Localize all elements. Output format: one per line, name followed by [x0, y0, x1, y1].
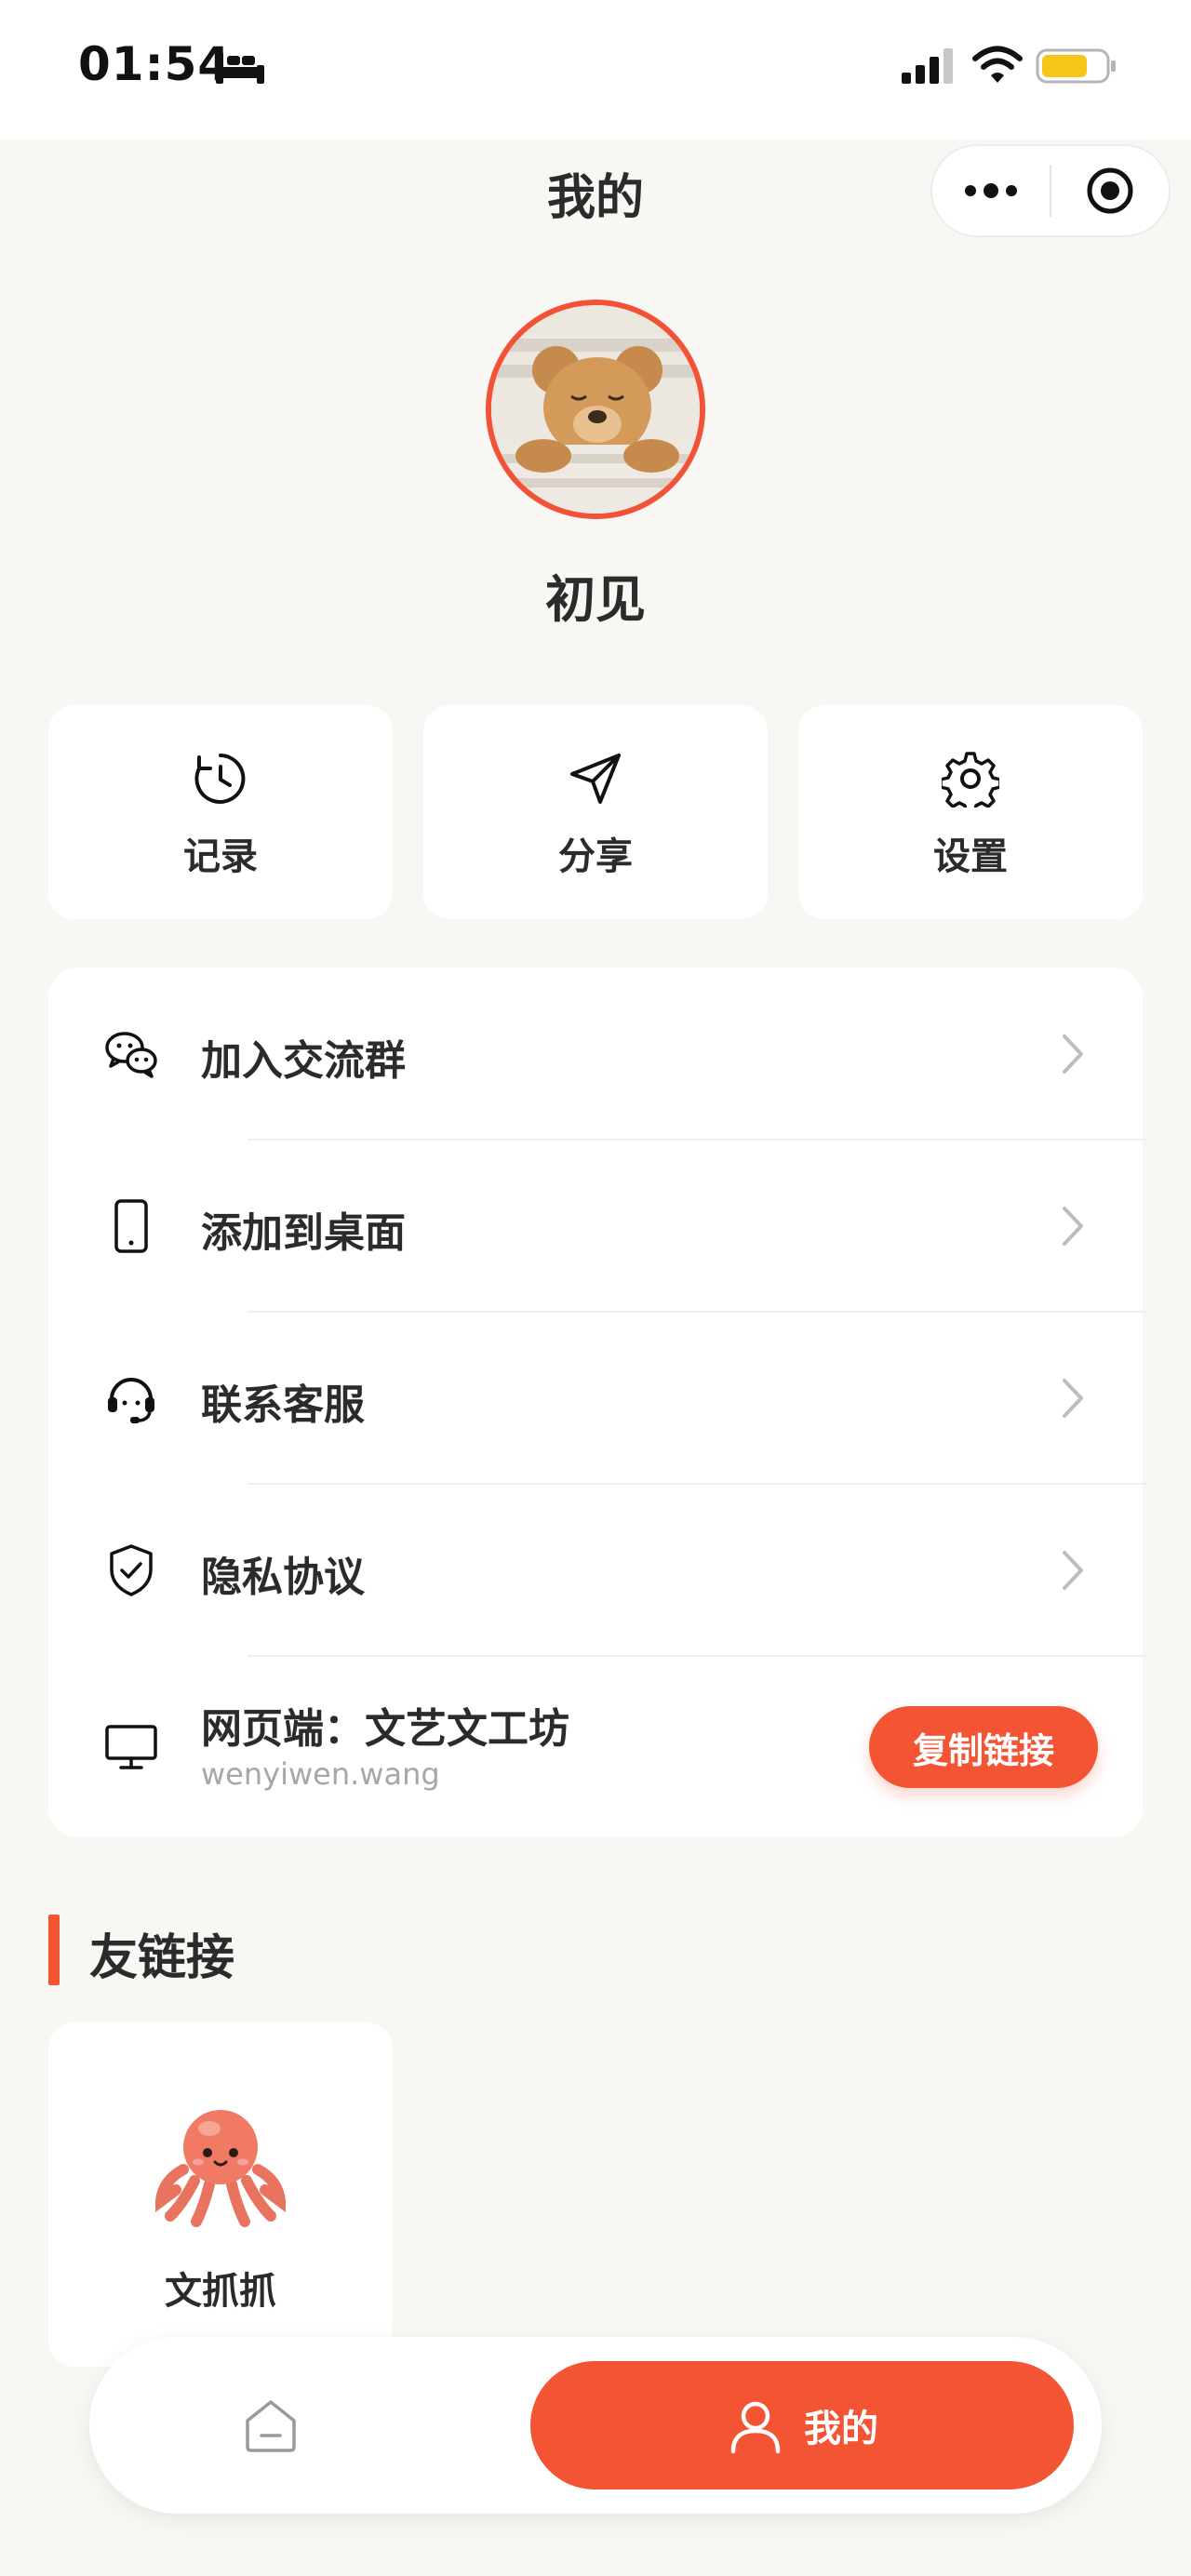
battery-icon [1036, 48, 1116, 84]
friend-links-title: 友链接 [89, 1930, 235, 1986]
user-nickname: 初见 [545, 570, 646, 629]
menu-item-web-version: 网页端：文艺文工坊 wenyiwen.wang 复制链接 [48, 1656, 1143, 1837]
send-icon [570, 754, 621, 804]
chevron-right-icon [1063, 1207, 1083, 1246]
history-button[interactable]: 记录 [48, 705, 393, 919]
phone-icon [114, 1199, 148, 1253]
settings-button[interactable]: 设置 [798, 705, 1143, 919]
chevron-right-icon [1063, 1379, 1083, 1418]
shield-check-icon [110, 1544, 153, 1596]
menu-item-label: 加入交流群 [201, 1037, 406, 1085]
menu-item-label: 隐私协议 [201, 1554, 365, 1601]
menu-item-contact-service[interactable]: 联系客服 [48, 1312, 1146, 1485]
gear-icon [942, 752, 999, 808]
headset-icon [108, 1378, 154, 1423]
octopus-icon [155, 2110, 286, 2227]
teddy-bear-avatar-image [491, 305, 700, 514]
history-icon [194, 754, 246, 804]
mini-program-capsule [930, 144, 1171, 237]
menu-item-label: 联系客服 [201, 1381, 365, 1429]
avatar[interactable] [486, 300, 705, 519]
settings-label: 设置 [933, 835, 1008, 878]
tab-mine[interactable]: 我的 [530, 2361, 1074, 2489]
cellular-signal-icon [902, 48, 953, 84]
menu-item-privacy-policy[interactable]: 隐私协议 [48, 1484, 1146, 1657]
sleep-focus-icon [216, 52, 264, 84]
web-version-title: 网页端：文艺文工坊 [201, 1705, 569, 1753]
menu-item-label: 添加到桌面 [201, 1209, 406, 1257]
status-time: 01:54 [78, 37, 232, 91]
tab-mine-label: 我的 [804, 2408, 878, 2450]
close-miniprogram-button[interactable] [1051, 146, 1169, 235]
menu-card: 加入交流群 添加到桌面 联系客服 隐私协议 网页端：文艺文工坊 wenyiwen… [48, 968, 1146, 1837]
target-icon [1087, 167, 1133, 214]
more-dots-icon [965, 183, 1017, 198]
home-icon[interactable] [238, 2393, 303, 2458]
share-label: 分享 [558, 835, 633, 878]
monitor-icon [105, 1725, 157, 1769]
page: 01:54 我的 初见 记录 分享 设置 加入交流群 添加到桌面 联系客服 隐私… [0, 0, 1191, 2576]
menu-item-add-to-desktop[interactable]: 添加到桌面 [48, 1140, 1146, 1313]
bottom-tab-bar: 我的 [89, 2337, 1102, 2514]
user-icon [730, 2401, 781, 2454]
share-button[interactable]: 分享 [423, 705, 768, 919]
copy-link-button[interactable]: 复制链接 [869, 1706, 1098, 1788]
status-bar: 01:54 [0, 0, 1191, 140]
web-version-url: wenyiwen.wang [201, 1756, 440, 1792]
wifi-icon [972, 46, 1023, 83]
section-accent-bar [48, 1915, 60, 1985]
more-button[interactable] [932, 146, 1050, 235]
menu-item-join-group[interactable]: 加入交流群 [48, 968, 1146, 1141]
friend-link-card[interactable]: 文抓抓 [48, 2022, 393, 2367]
wechat-icon [105, 1032, 157, 1078]
friend-link-name: 文抓抓 [165, 2270, 276, 2313]
chevron-right-icon [1063, 1034, 1083, 1074]
history-label: 记录 [183, 835, 258, 878]
chevron-right-icon [1063, 1551, 1083, 1590]
